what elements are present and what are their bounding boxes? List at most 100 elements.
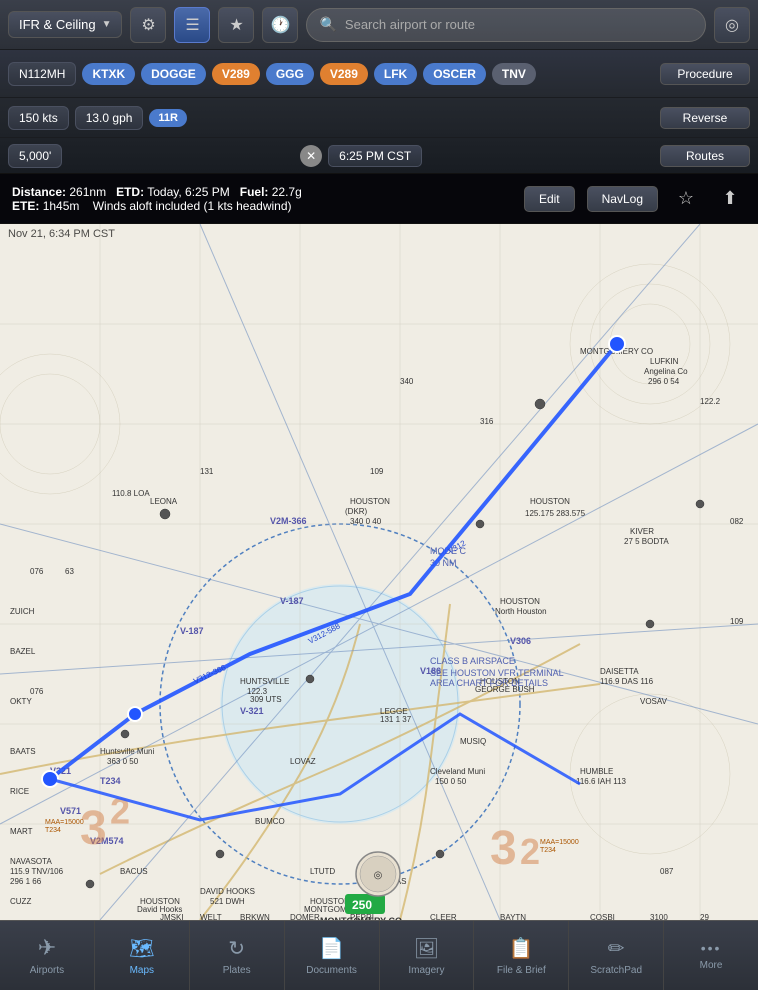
svg-text:122.2: 122.2: [700, 397, 721, 406]
svg-text:109: 109: [730, 617, 744, 626]
svg-text:DAVID HOOKS: DAVID HOOKS: [200, 887, 255, 896]
svg-text:116.6 IAH 113: 116.6 IAH 113: [576, 777, 627, 786]
routes-button[interactable]: Routes: [660, 145, 750, 167]
dropdown-label: IFR & Ceiling: [19, 17, 96, 32]
filebrief-icon: 📋: [509, 936, 534, 961]
svg-text:316: 316: [480, 417, 494, 426]
map-area[interactable]: LEONA 110.8 LOA HUNTSVILLE 122.3 309 UTS…: [0, 224, 758, 920]
chevron-down-icon: ▼: [102, 19, 112, 30]
svg-text:Huntsville Muni: Huntsville Muni: [100, 747, 154, 756]
svg-text:CUZZ: CUZZ: [10, 897, 31, 906]
ete-label: ETE:: [12, 199, 39, 213]
airports-icon: ✈: [38, 935, 56, 961]
scratchpad-icon: ✏: [608, 936, 625, 961]
navlog-button[interactable]: NavLog: [587, 186, 658, 212]
svg-text:CLEER: CLEER: [430, 913, 457, 920]
svg-text:LUFKIN: LUFKIN: [650, 357, 679, 366]
fuel-label: Fuel:: [240, 185, 269, 199]
svg-text:LOVAZ: LOVAZ: [290, 757, 316, 766]
svg-text:131 1 37: 131 1 37: [380, 715, 412, 724]
nav-scratchpad[interactable]: ✏ ScratchPad: [569, 921, 664, 990]
time-display: 6:25 PM CST: [328, 145, 422, 167]
settings-button[interactable]: ⚙: [130, 7, 166, 43]
share-button[interactable]: ⬆: [714, 183, 746, 215]
svg-text:MAA=15000: MAA=15000: [540, 839, 579, 846]
close-button[interactable]: ✕: [300, 145, 322, 167]
plates-icon: ↻: [228, 936, 245, 961]
waypoint-dogge[interactable]: DOGGE: [141, 63, 206, 85]
plates-label: Plates: [223, 965, 251, 976]
svg-text:Angelina Co: Angelina Co: [644, 367, 688, 376]
svg-text:V-187: V-187: [280, 596, 304, 606]
nav-airports[interactable]: ✈ Airports: [0, 921, 95, 990]
waypoint-lfk[interactable]: LFK: [374, 63, 417, 85]
distance-value: 261nm: [69, 185, 106, 199]
ifr-ceiling-dropdown[interactable]: IFR & Ceiling ▼: [8, 11, 122, 38]
svg-text:3: 3: [490, 822, 517, 875]
location-button[interactable]: ◎: [714, 7, 750, 43]
more-label: More: [700, 960, 723, 971]
nav-documents[interactable]: 📄 Documents: [285, 921, 380, 990]
svg-text:150 0 50: 150 0 50: [435, 777, 467, 786]
list-view-button[interactable]: ☰: [174, 7, 210, 43]
nav-filebrief[interactable]: 📋 File & Brief: [474, 921, 569, 990]
history-button[interactable]: 🕐: [262, 7, 298, 43]
aeronautical-chart: LEONA 110.8 LOA HUNTSVILLE 122.3 309 UTS…: [0, 224, 758, 920]
altitude-button[interactable]: 5,000': [8, 144, 62, 168]
map-timestamp: Nov 21, 6:34 PM CST: [8, 228, 115, 240]
airports-label: Airports: [30, 965, 64, 976]
altitude-row: 5,000' ✕ 6:25 PM CST Routes: [0, 138, 758, 174]
imagery-label: Imagery: [408, 965, 444, 976]
waypoint-ggg[interactable]: GGG: [266, 63, 314, 85]
svg-text:109: 109: [370, 467, 384, 476]
svg-text:BUMCO: BUMCO: [255, 817, 285, 826]
svg-text:V-187: V-187: [180, 626, 204, 636]
nav-imagery[interactable]: 🖼 Imagery: [380, 921, 475, 990]
favorites-button[interactable]: ★: [218, 7, 254, 43]
speed-button[interactable]: 150 kts: [8, 106, 69, 130]
waypoint-v289-2[interactable]: V289: [320, 63, 368, 85]
svg-text:MUSIQ: MUSIQ: [460, 737, 486, 746]
list-icon: ☰: [185, 15, 199, 35]
nav-maps[interactable]: 🗺 Maps: [95, 921, 190, 990]
svg-text:MAA=15000: MAA=15000: [45, 819, 84, 826]
svg-text:CLASS B AIRSPACE: CLASS B AIRSPACE: [430, 656, 515, 666]
svg-text:(DKR): (DKR): [345, 507, 368, 516]
svg-text:082: 082: [730, 517, 744, 526]
procedure-button[interactable]: Procedure: [660, 63, 750, 85]
svg-text:HUNTSVILLE: HUNTSVILLE: [240, 677, 289, 686]
fuel-flow-button[interactable]: 13.0 gph: [75, 106, 144, 130]
svg-text:076: 076: [30, 567, 44, 576]
nav-more[interactable]: ••• More: [664, 921, 758, 990]
waypoint-oscer[interactable]: OSCER: [423, 63, 486, 85]
search-bar[interactable]: 🔍 Search airport or route: [306, 8, 706, 42]
etd-label: ETD:: [116, 185, 144, 199]
waypoint-ktxk[interactable]: KTXK: [82, 63, 135, 85]
search-placeholder: Search airport or route: [345, 17, 475, 32]
share-icon: ⬆: [722, 188, 737, 209]
ete-value: 1h45m: [43, 199, 80, 213]
svg-text:116.9 DAS 116: 116.9 DAS 116: [600, 677, 654, 686]
nav-plates[interactable]: ↻ Plates: [190, 921, 285, 990]
svg-text:KIVER: KIVER: [630, 527, 654, 536]
svg-text:AREA CHART FOR DETAILS: AREA CHART FOR DETAILS: [430, 678, 548, 688]
distance-label: Distance:: [12, 185, 66, 199]
bottom-nav: ✈ Airports 🗺 Maps ↻ Plates 📄 Documents 🖼…: [0, 920, 758, 990]
svg-text:DAISETTA: DAISETTA: [600, 667, 639, 676]
waypoint-v289-1[interactable]: V289: [212, 63, 260, 85]
svg-text:BAZEL: BAZEL: [10, 647, 36, 656]
svg-text:RICE: RICE: [10, 787, 29, 796]
svg-text:340 0 40: 340 0 40: [350, 517, 382, 526]
waypoint-tnv[interactable]: TNV: [492, 63, 536, 85]
reverse-button[interactable]: Reverse: [660, 107, 750, 129]
gear-icon: ⚙: [141, 15, 155, 35]
svg-text:2: 2: [520, 831, 540, 872]
aircraft-id-button[interactable]: N112MH: [8, 62, 76, 86]
edit-button[interactable]: Edit: [524, 186, 575, 212]
svg-text:JMSKI: JMSKI: [160, 913, 184, 920]
svg-text:Cleveland Muni: Cleveland Muni: [430, 767, 485, 776]
svg-text:521 DWH: 521 DWH: [210, 897, 245, 906]
bookmark-button[interactable]: ☆: [670, 183, 702, 215]
svg-text:BACUS: BACUS: [120, 867, 148, 876]
waypoint-11r[interactable]: 11R: [149, 109, 187, 127]
